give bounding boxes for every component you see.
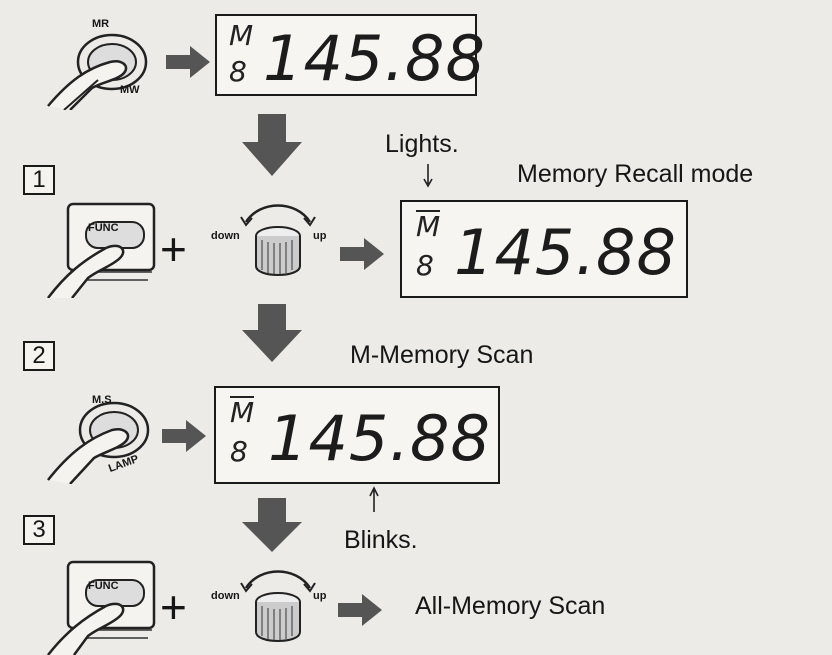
dial-up-label: up	[313, 230, 327, 242]
mw-label: MW	[120, 84, 140, 96]
arrow-down-icon	[242, 304, 302, 362]
arrow-down-icon	[242, 114, 302, 176]
plus-sign: +	[160, 581, 187, 633]
arrow-right-icon	[340, 238, 384, 270]
mr-label: MR	[92, 18, 110, 30]
step-number-1: 1	[23, 165, 55, 195]
step-number-2: 2	[23, 341, 55, 371]
arrow-right-icon	[162, 420, 206, 452]
dial-icon	[240, 204, 316, 276]
plus-sign: +	[160, 223, 187, 275]
channel-digit: 8	[416, 249, 434, 282]
channel-digit: 8	[230, 435, 248, 468]
lcd-display-top: M 8 145.88	[215, 14, 485, 96]
manual-page: MR MW M 8 145.88 1 Lights. Memory Recall…	[0, 0, 832, 655]
all-memory-scan-label: All-Memory Scan	[415, 592, 606, 620]
arrow-right-icon	[166, 46, 210, 78]
m-memory-scan-label: M-Memory Scan	[350, 341, 534, 369]
lights-pointer-icon	[423, 164, 433, 188]
func-button-press-icon	[47, 560, 156, 655]
lcd-display-step1: M 8 145.88	[400, 200, 688, 298]
func-button-press-icon	[47, 202, 156, 298]
step-number-3: 3	[23, 515, 55, 545]
lights-annotation: Lights.	[385, 130, 459, 158]
channel-digit: 8	[229, 55, 247, 88]
memory-indicator: M	[229, 19, 254, 52]
func-label: FUNC	[88, 222, 119, 234]
memory-indicator: M	[416, 210, 441, 243]
func-label: FUNC	[88, 580, 119, 592]
ms-label: M.S	[92, 394, 112, 406]
frequency-readout: 145.88	[454, 216, 677, 289]
dial-down-label: down	[211, 230, 240, 242]
blinks-pointer-icon	[369, 486, 379, 512]
frequency-readout: 145.88	[263, 22, 486, 95]
lcd-display-step2: M 8 145.88	[214, 386, 500, 484]
frequency-readout: 145.88	[268, 402, 491, 475]
blinks-annotation: Blinks.	[344, 526, 418, 554]
memory-recall-mode-label: Memory Recall mode	[517, 160, 754, 188]
dial-up-label: up	[313, 590, 327, 602]
arrow-right-icon	[338, 594, 382, 626]
memory-indicator: M	[230, 396, 255, 429]
arrow-down-icon	[242, 498, 302, 552]
dial-icon	[240, 570, 316, 642]
dial-down-label: down	[211, 590, 240, 602]
